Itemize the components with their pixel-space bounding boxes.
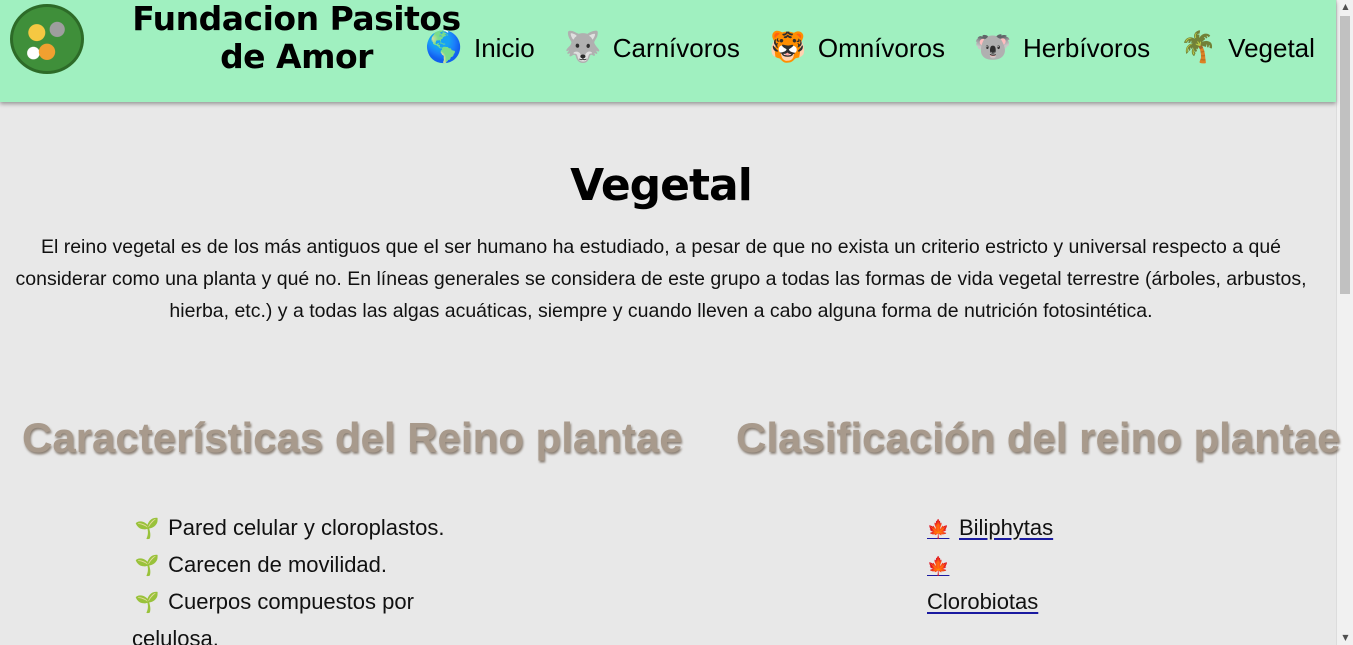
- characteristic-text: Carecen de movilidad.: [168, 552, 388, 577]
- vertical-scrollbar[interactable]: ▲ ▼: [1336, 0, 1353, 645]
- maple-leaf-icon: 🍁: [927, 556, 950, 576]
- list-item: 🍁 Biliphytas: [927, 510, 1107, 547]
- list-item: 🌱 Cuerpos compuestos por celulosa.: [132, 584, 452, 645]
- classification-link-text: Clorobiotas: [927, 589, 1039, 614]
- palm-tree-icon: 🌴: [1179, 31, 1217, 64]
- scroll-down-arrow-icon[interactable]: ▼: [1337, 631, 1353, 645]
- sprout-icon: 🌱: [134, 592, 160, 614]
- nav-label-inicio: Inicio: [474, 32, 535, 63]
- sprout-icon: 🌱: [134, 555, 160, 577]
- maple-leaf-icon: 🍁: [927, 519, 950, 539]
- nav-label-vegetal: Vegetal: [1228, 32, 1315, 63]
- nav-item-herbivoros[interactable]: 🐨 Herbívoros: [974, 30, 1151, 66]
- list-item: 🌱 Carecen de movilidad.: [132, 547, 452, 584]
- brand-line-1: Fundacion Pasitos: [132, 0, 461, 38]
- foundation-logo[interactable]: [10, 4, 84, 74]
- intro-paragraph: El reino vegetal es de los más antiguos …: [15, 236, 1307, 322]
- nav-label-carnivoros: Carnívoros: [612, 32, 740, 63]
- brand-title[interactable]: Fundacion Pasitos de Amor: [124, 0, 469, 76]
- globe-icon: 🌎: [425, 31, 463, 64]
- brand-line-2: de Amor: [220, 37, 373, 76]
- classification-title: Clasificación del reino plantae: [736, 414, 1341, 461]
- characteristics-list: 🌱 Pared celular y cloroplastos. 🌱 Carece…: [132, 510, 452, 645]
- list-item: 🌱 Pared celular y cloroplastos.: [132, 510, 452, 547]
- site-header: Fundacion Pasitos de Amor 🌎 Inicio 🐺 Car…: [0, 0, 1336, 102]
- nav-item-vegetal[interactable]: 🌴 Vegetal: [1180, 30, 1315, 66]
- classification-link-biliphytas[interactable]: 🍁 Biliphytas: [927, 515, 1053, 540]
- scrollbar-thumb[interactable]: [1340, 16, 1350, 294]
- nav-label-omnivoros: Omnívoros: [817, 32, 946, 63]
- characteristic-text: Pared celular y cloroplastos.: [168, 515, 445, 540]
- tiger-icon: 🐯: [769, 31, 807, 64]
- sprout-icon: 🌱: [134, 518, 160, 540]
- classification-link-clorobiotas[interactable]: 🍁 Clorobiotas: [927, 552, 1038, 614]
- nav-item-carnivoros[interactable]: 🐺 Carnívoros: [564, 30, 740, 66]
- nav-item-omnivoros[interactable]: 🐯 Omnívoros: [769, 30, 946, 66]
- scroll-up-arrow-icon[interactable]: ▲: [1337, 0, 1353, 14]
- koala-icon: 🐨: [974, 31, 1012, 64]
- nav-item-inicio[interactable]: 🌎 Inicio: [425, 30, 535, 66]
- classification-link-text: Biliphytas: [959, 515, 1054, 540]
- list-item: 🍁 Clorobiotas: [927, 547, 1107, 620]
- wolf-icon: 🐺: [564, 31, 602, 64]
- characteristics-title: Características del Reino plantae: [22, 414, 683, 461]
- nav-label-herbivoros: Herbívoros: [1023, 32, 1151, 63]
- main-nav: 🌎 Inicio 🐺 Carnívoros 🐯 Omnívoros 🐨 Herb…: [425, 30, 1315, 66]
- page-title: Vegetal: [570, 160, 753, 211]
- classification-list: 🍁 Biliphytas 🍁 Clorobiotas: [927, 510, 1107, 620]
- characteristic-text: Cuerpos compuestos por celulosa.: [132, 589, 414, 645]
